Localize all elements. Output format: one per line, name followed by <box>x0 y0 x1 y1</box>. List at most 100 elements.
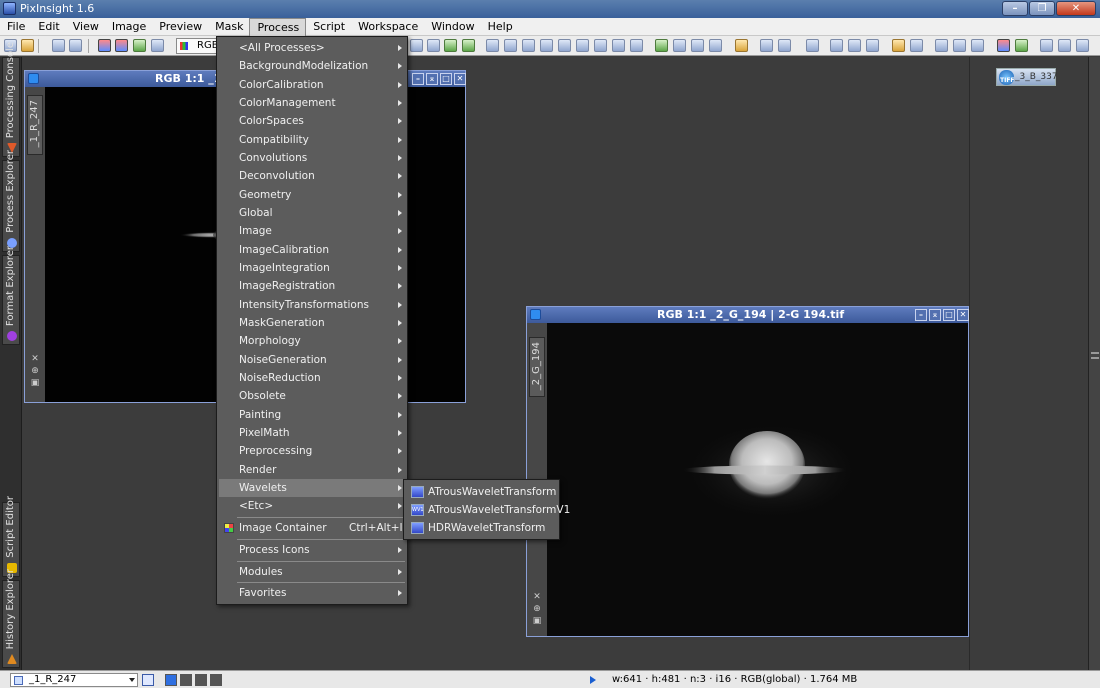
menu-item-render[interactable]: Render <box>219 461 405 479</box>
tool-7-icon[interactable] <box>892 39 905 52</box>
view-selector[interactable]: _1_R_247 <box>10 673 138 687</box>
iconize-icon[interactable]: ⌅ <box>426 73 438 85</box>
window-1-icon[interactable] <box>673 39 686 52</box>
image-window-2[interactable]: RGB 1:1 _2_G_194 | 2-G 194.tif – ⌅ □ ✕ _… <box>526 306 969 637</box>
menu-item-deconvolution[interactable]: Deconvolution <box>219 167 405 185</box>
zoom-in-icon[interactable] <box>444 39 457 52</box>
menu-item-intensitytransformations[interactable]: IntensityTransformations <box>219 296 405 314</box>
submenu-item-hdrwavelettransform[interactable]: HDRWaveletTransform <box>406 519 557 537</box>
menu-item-favorites[interactable]: Favorites <box>219 584 405 602</box>
menu-file[interactable]: File <box>0 18 31 36</box>
pin-icon[interactable]: ✕ <box>532 593 542 602</box>
menu-item-image[interactable]: Image <box>219 222 405 240</box>
zoom-fit-icon[interactable] <box>52 39 65 52</box>
shade-icon[interactable]: – <box>412 73 424 85</box>
pointer-icon[interactable] <box>410 39 423 52</box>
zoom-1-icon[interactable] <box>486 39 499 52</box>
menu-item-noisegeneration[interactable]: NoiseGeneration <box>219 351 405 369</box>
menu-item-obsolete[interactable]: Obsolete <box>219 387 405 405</box>
zoom-4-icon[interactable] <box>540 39 553 52</box>
rgb-channel-selector[interactable]: RGB <box>176 38 219 54</box>
dock-tab-process-explorer[interactable]: Process Explorer <box>2 150 20 252</box>
window-3-icon[interactable] <box>709 39 722 52</box>
tool-13-icon[interactable] <box>1015 39 1028 52</box>
channel-icon[interactable] <box>115 39 128 52</box>
restore-button[interactable]: ❐ <box>1029 1 1055 16</box>
menu-item-imageintegration[interactable]: ImageIntegration <box>219 259 405 277</box>
dock-tab-processing-console[interactable]: Processing Console <box>2 42 20 157</box>
menu-preview[interactable]: Preview <box>152 18 208 36</box>
pin-icon[interactable]: ✕ <box>30 355 40 364</box>
lock-icon[interactable]: ⊕ <box>30 367 40 376</box>
submenu-item-atrouswavelettransform[interactable]: ATrousWaveletTransform <box>406 483 557 501</box>
dock-tab-format-explorer[interactable]: Format Explorer <box>2 246 20 345</box>
fit-view-icon[interactable] <box>576 39 589 52</box>
tool-4-icon[interactable] <box>830 39 843 52</box>
image-desktop-icon[interactable]: TIFF _3_B_337 <box>996 68 1058 86</box>
tool-2-icon[interactable] <box>778 39 791 52</box>
menu-view[interactable]: View <box>66 18 105 36</box>
menu-item-compatibility[interactable]: Compatibility <box>219 131 405 149</box>
menu-item-etc[interactable]: <Etc> <box>219 497 405 515</box>
tool-8-icon[interactable] <box>910 39 923 52</box>
display-mode-2-icon[interactable] <box>180 674 192 686</box>
play-icon[interactable] <box>590 676 596 684</box>
menu-help[interactable]: Help <box>481 18 519 36</box>
window-2-icon[interactable] <box>691 39 704 52</box>
menu-item-imageregistration[interactable]: ImageRegistration <box>219 277 405 295</box>
menu-item-colormanagement[interactable]: ColorManagement <box>219 94 405 112</box>
tool-14-icon[interactable] <box>1040 39 1053 52</box>
tool-12-icon[interactable] <box>997 39 1010 52</box>
menu-item-pixelmath[interactable]: PixelMath <box>219 424 405 442</box>
menu-item-noisereduction[interactable]: NoiseReduction <box>219 369 405 387</box>
display-mode-4-icon[interactable] <box>210 674 222 686</box>
shade-icon[interactable]: – <box>915 309 927 321</box>
maximize-icon[interactable]: □ <box>943 309 955 321</box>
menu-item-painting[interactable]: Painting <box>219 406 405 424</box>
menu-window[interactable]: Window <box>424 18 480 36</box>
tool-11-icon[interactable] <box>971 39 984 52</box>
image-canvas-2[interactable] <box>547 323 968 636</box>
dock-tab-history-explorer[interactable]: History Explorer <box>2 569 20 668</box>
menu-item-geometry[interactable]: Geometry <box>219 186 405 204</box>
menu-script[interactable]: Script <box>306 18 351 36</box>
close-icon[interactable]: ✕ <box>454 73 466 85</box>
channel-rgb-icon[interactable] <box>98 39 111 52</box>
display-2-icon[interactable] <box>630 39 643 52</box>
tool-5-icon[interactable] <box>848 39 861 52</box>
tool-1-icon[interactable] <box>760 39 773 52</box>
tool-15-icon[interactable] <box>1058 39 1071 52</box>
view-tab[interactable]: _1_R_247 <box>27 95 43 155</box>
menu-item-modules[interactable]: Modules <box>219 563 405 581</box>
highlight-icon[interactable] <box>735 39 748 52</box>
zoom-out-icon[interactable] <box>462 39 475 52</box>
minimize-button[interactable]: – <box>1002 1 1028 16</box>
maximize-icon[interactable]: □ <box>440 73 452 85</box>
tool-16-icon[interactable] <box>1076 39 1089 52</box>
menu-item-morphology[interactable]: Morphology <box>219 332 405 350</box>
frame-icon[interactable]: ▣ <box>30 379 40 388</box>
zoom-window-icon[interactable] <box>594 39 607 52</box>
menu-item-colorcalibration[interactable]: ColorCalibration <box>219 76 405 94</box>
view-mode-icon[interactable] <box>142 674 154 686</box>
tool-10-icon[interactable] <box>953 39 966 52</box>
menu-workspace[interactable]: Workspace <box>351 18 424 36</box>
menu-item-convolutions[interactable]: Convolutions <box>219 149 405 167</box>
screen-icon[interactable] <box>69 39 82 52</box>
tool-9-icon[interactable] <box>935 39 948 52</box>
menu-item-image-container[interactable]: Image Container Ctrl+Alt+I <box>219 519 405 537</box>
tool-3-icon[interactable] <box>806 39 819 52</box>
menu-item-all-processes[interactable]: <All Processes> <box>219 39 405 57</box>
preview-icon[interactable] <box>151 39 164 52</box>
menu-item-imagecalibration[interactable]: ImageCalibration <box>219 241 405 259</box>
view-tab[interactable]: _2_G_194 <box>529 337 545 397</box>
menu-item-wavelets[interactable]: Wavelets <box>219 479 405 497</box>
fit-window-icon[interactable] <box>558 39 571 52</box>
menu-mask[interactable]: Mask <box>208 18 249 36</box>
cursor-icon[interactable] <box>427 39 440 52</box>
zoom-3-icon[interactable] <box>522 39 535 52</box>
right-dock[interactable] <box>1088 57 1100 670</box>
menu-item-colorspaces[interactable]: ColorSpaces <box>219 112 405 130</box>
display-mode-1-icon[interactable] <box>165 674 177 686</box>
submenu-item-atrouswavelettransformv1[interactable]: WV1 ATrousWaveletTransformV1 <box>406 501 570 519</box>
